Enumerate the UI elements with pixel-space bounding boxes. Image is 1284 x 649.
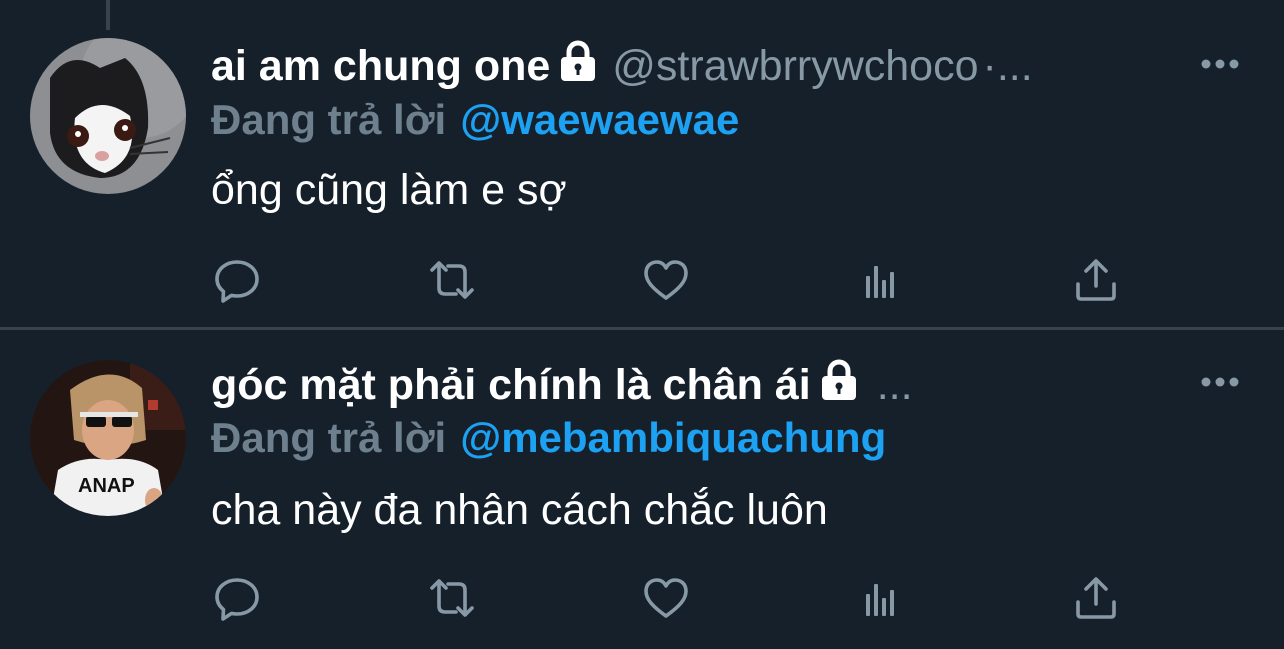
share-icon[interactable]: [1066, 250, 1126, 310]
tweet[interactable]: ai am chung one @strawbrrywchoco ·... Đa…: [0, 0, 1284, 328]
replying-to-label: Đang trả lời: [211, 96, 447, 143]
handle-overflow: ·...: [982, 41, 1033, 90]
tweet-header: ai am chung one @strawbrrywchoco ·...: [211, 36, 1033, 96]
lock-icon: [558, 40, 598, 93]
reply-mention-link[interactable]: @waewaewae: [460, 96, 739, 144]
more-options-icon[interactable]: [1198, 372, 1242, 392]
retweet-icon[interactable]: [422, 568, 482, 628]
avatar[interactable]: ANAP: [30, 360, 186, 516]
reply-mention-link[interactable]: @mebambiquachung: [460, 414, 886, 462]
svg-text:ANAP: ANAP: [78, 475, 135, 497]
tweet[interactable]: ANAP góc mặt phải chính là chân ái ... Đ…: [0, 330, 1284, 649]
lock-icon: [819, 359, 859, 412]
reply-icon[interactable]: [207, 568, 267, 628]
reply-icon[interactable]: [207, 250, 267, 310]
tweet-actions: [0, 250, 1284, 310]
analytics-icon[interactable]: [851, 568, 911, 628]
display-name[interactable]: góc mặt phải chính là chân ái: [211, 361, 811, 410]
more-options-icon[interactable]: [1198, 54, 1242, 74]
handle-overflow: ...: [876, 360, 913, 409]
replying-to: Đang trả lời @waewaewae: [211, 93, 739, 147]
display-name[interactable]: ai am chung one: [211, 42, 550, 91]
user-handle[interactable]: @strawbrrywchoco: [612, 42, 978, 91]
tweet-actions: [0, 568, 1284, 628]
replying-to: Đang trả lời @mebambiquachung: [211, 411, 886, 465]
tweet-header: góc mặt phải chính là chân ái ...: [211, 355, 913, 415]
analytics-icon[interactable]: [851, 250, 911, 310]
replying-to-label: Đang trả lời: [211, 414, 447, 461]
like-icon[interactable]: [636, 250, 696, 310]
like-icon[interactable]: [636, 568, 696, 628]
tweet-text: cha này đa nhân cách chắc luôn: [211, 486, 828, 534]
retweet-icon[interactable]: [422, 250, 482, 310]
tweet-text: ổng cũng làm e sợ: [211, 166, 567, 214]
share-icon[interactable]: [1066, 568, 1126, 628]
avatar[interactable]: [30, 38, 186, 194]
